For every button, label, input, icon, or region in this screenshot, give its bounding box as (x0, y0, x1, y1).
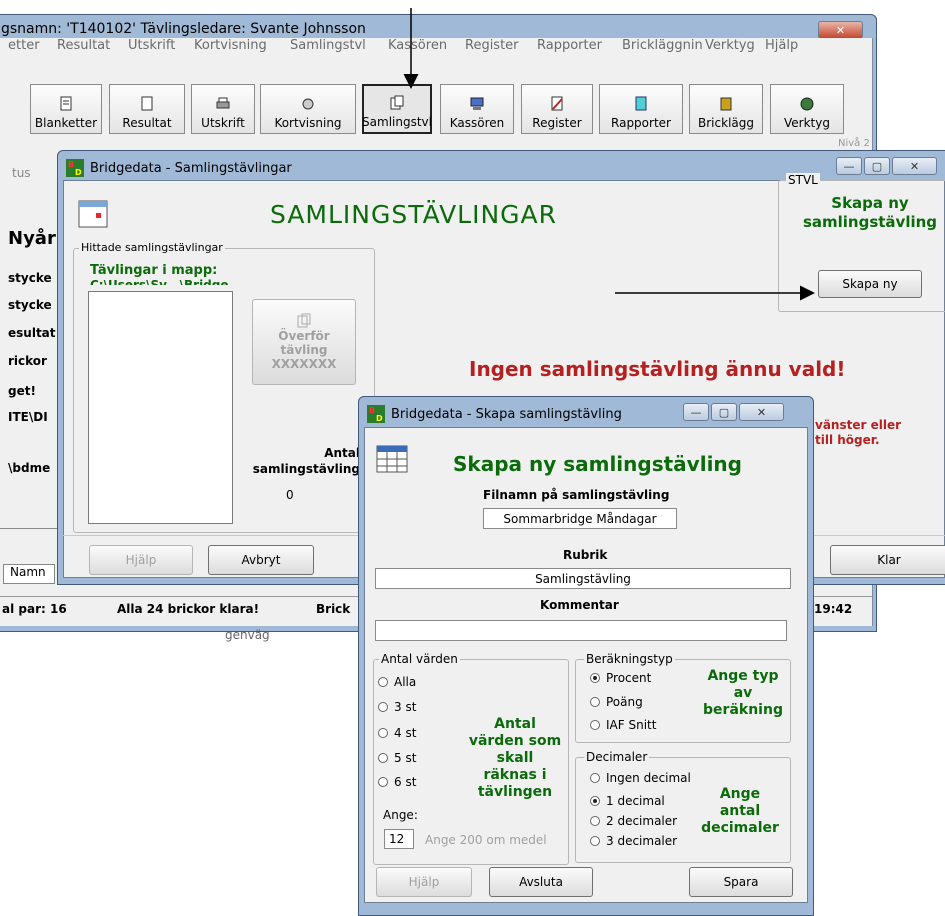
annotation-arrows (403, 8, 815, 301)
